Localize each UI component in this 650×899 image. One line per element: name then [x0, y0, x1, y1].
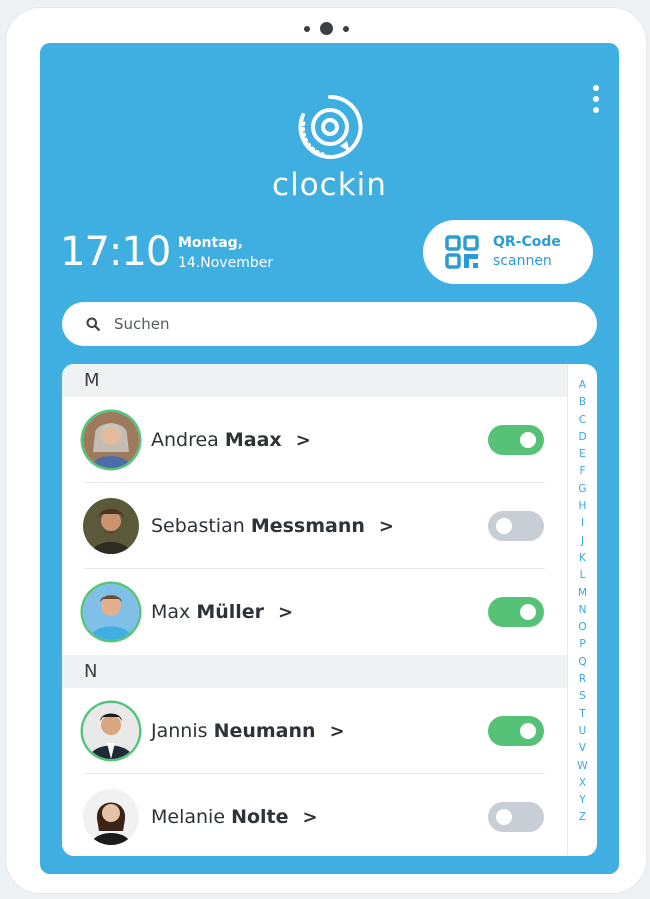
qr-code-icon — [445, 235, 479, 269]
alphabet-letter-k[interactable]: K — [579, 550, 586, 567]
clock-in-toggle[interactable] — [488, 716, 544, 746]
alphabet-letter-j[interactable]: J — [581, 533, 584, 550]
alphabet-letter-z[interactable]: Z — [579, 809, 586, 826]
chevron-right-icon[interactable]: > — [296, 430, 311, 451]
chevron-right-icon[interactable]: > — [379, 516, 394, 537]
chevron-right-icon[interactable]: > — [330, 721, 345, 742]
alphabet-letter-g[interactable]: G — [578, 481, 586, 498]
tablet-frame: clockin 17:10 Montag, 14.November QR-Cod… — [6, 8, 646, 893]
chevron-right-icon[interactable]: > — [303, 807, 318, 828]
alphabet-letter-i[interactable]: I — [581, 515, 584, 532]
section-header-n: N — [62, 655, 567, 688]
employee-name: Melanie Nolte — [151, 806, 289, 828]
alphabet-letter-f[interactable]: F — [579, 463, 585, 480]
alphabet-letter-r[interactable]: R — [579, 671, 586, 688]
alphabet-letter-b[interactable]: B — [579, 394, 586, 411]
employee-list-scroll[interactable]: M Andrea Maax > Sebastian Messmann > Max… — [62, 364, 567, 856]
avatar — [83, 703, 139, 759]
clock-time: 17:10 — [60, 229, 171, 275]
employee-name: Jannis Neumann — [151, 720, 316, 742]
alphabet-letter-t[interactable]: T — [579, 706, 585, 723]
alphabet-letter-q[interactable]: Q — [578, 654, 586, 671]
alphabet-index[interactable]: ABCDEFGHIJKLMNOPQRSTUVWXYZ — [567, 364, 597, 856]
alphabet-letter-e[interactable]: E — [579, 446, 586, 463]
employee-row[interactable]: Max Müller > — [62, 569, 567, 655]
alphabet-letter-x[interactable]: X — [579, 775, 586, 792]
clock-in-toggle[interactable] — [488, 425, 544, 455]
weekday: Montag, — [178, 235, 243, 251]
alphabet-letter-w[interactable]: W — [577, 758, 587, 775]
alphabet-letter-y[interactable]: Y — [579, 792, 585, 809]
camera-bar — [6, 22, 646, 35]
search-input[interactable] — [114, 315, 534, 333]
employee-name: Max Müller — [151, 601, 265, 623]
qr-button-label: QR-Code scannen — [493, 234, 561, 269]
clock-in-toggle[interactable] — [488, 597, 544, 627]
alphabet-letter-v[interactable]: V — [579, 740, 586, 757]
sensor-dot — [303, 25, 310, 32]
section-header-m: M — [62, 364, 567, 397]
search-bar[interactable] — [62, 302, 597, 346]
alphabet-letter-l[interactable]: L — [580, 567, 586, 584]
employee-name: Andrea Maax — [151, 429, 282, 451]
alphabet-letter-m[interactable]: M — [578, 585, 587, 602]
employee-row[interactable]: Andrea Maax > — [62, 397, 567, 483]
clock-date: Montag, 14.November — [178, 233, 273, 273]
clock-in-toggle[interactable] — [488, 802, 544, 832]
alphabet-letter-p[interactable]: P — [579, 636, 585, 653]
alphabet-letter-u[interactable]: U — [579, 723, 587, 740]
avatar — [83, 584, 139, 640]
app-logo: clockin — [40, 91, 619, 203]
clock-in-toggle[interactable] — [488, 511, 544, 541]
qr-scan-button[interactable]: QR-Code scannen — [423, 220, 593, 284]
alphabet-letter-d[interactable]: D — [578, 429, 586, 446]
alphabet-letter-a[interactable]: A — [579, 377, 586, 394]
alphabet-letter-c[interactable]: C — [579, 412, 586, 429]
avatar — [83, 498, 139, 554]
employee-row[interactable]: Melanie Nolte > — [62, 774, 567, 856]
alphabet-letter-o[interactable]: O — [578, 619, 586, 636]
date-text: 14.November — [178, 255, 274, 271]
sensor-dot — [342, 25, 349, 32]
chevron-right-icon[interactable]: > — [278, 602, 293, 623]
employee-name: Sebastian Messmann — [151, 515, 365, 537]
search-icon — [86, 317, 100, 331]
employee-list: M Andrea Maax > Sebastian Messmann > Max… — [62, 364, 597, 856]
avatar — [83, 412, 139, 468]
app-name: clockin — [272, 167, 387, 203]
camera-lens — [319, 22, 333, 35]
alphabet-letter-h[interactable]: H — [579, 498, 587, 515]
avatar — [83, 789, 139, 845]
clockin-logo-icon — [298, 94, 362, 159]
alphabet-letter-n[interactable]: N — [579, 602, 587, 619]
employee-row[interactable]: Jannis Neumann > — [62, 688, 567, 774]
app-screen: clockin 17:10 Montag, 14.November QR-Cod… — [40, 43, 619, 874]
alphabet-letter-s[interactable]: S — [579, 688, 586, 705]
employee-row[interactable]: Sebastian Messmann > — [62, 483, 567, 569]
